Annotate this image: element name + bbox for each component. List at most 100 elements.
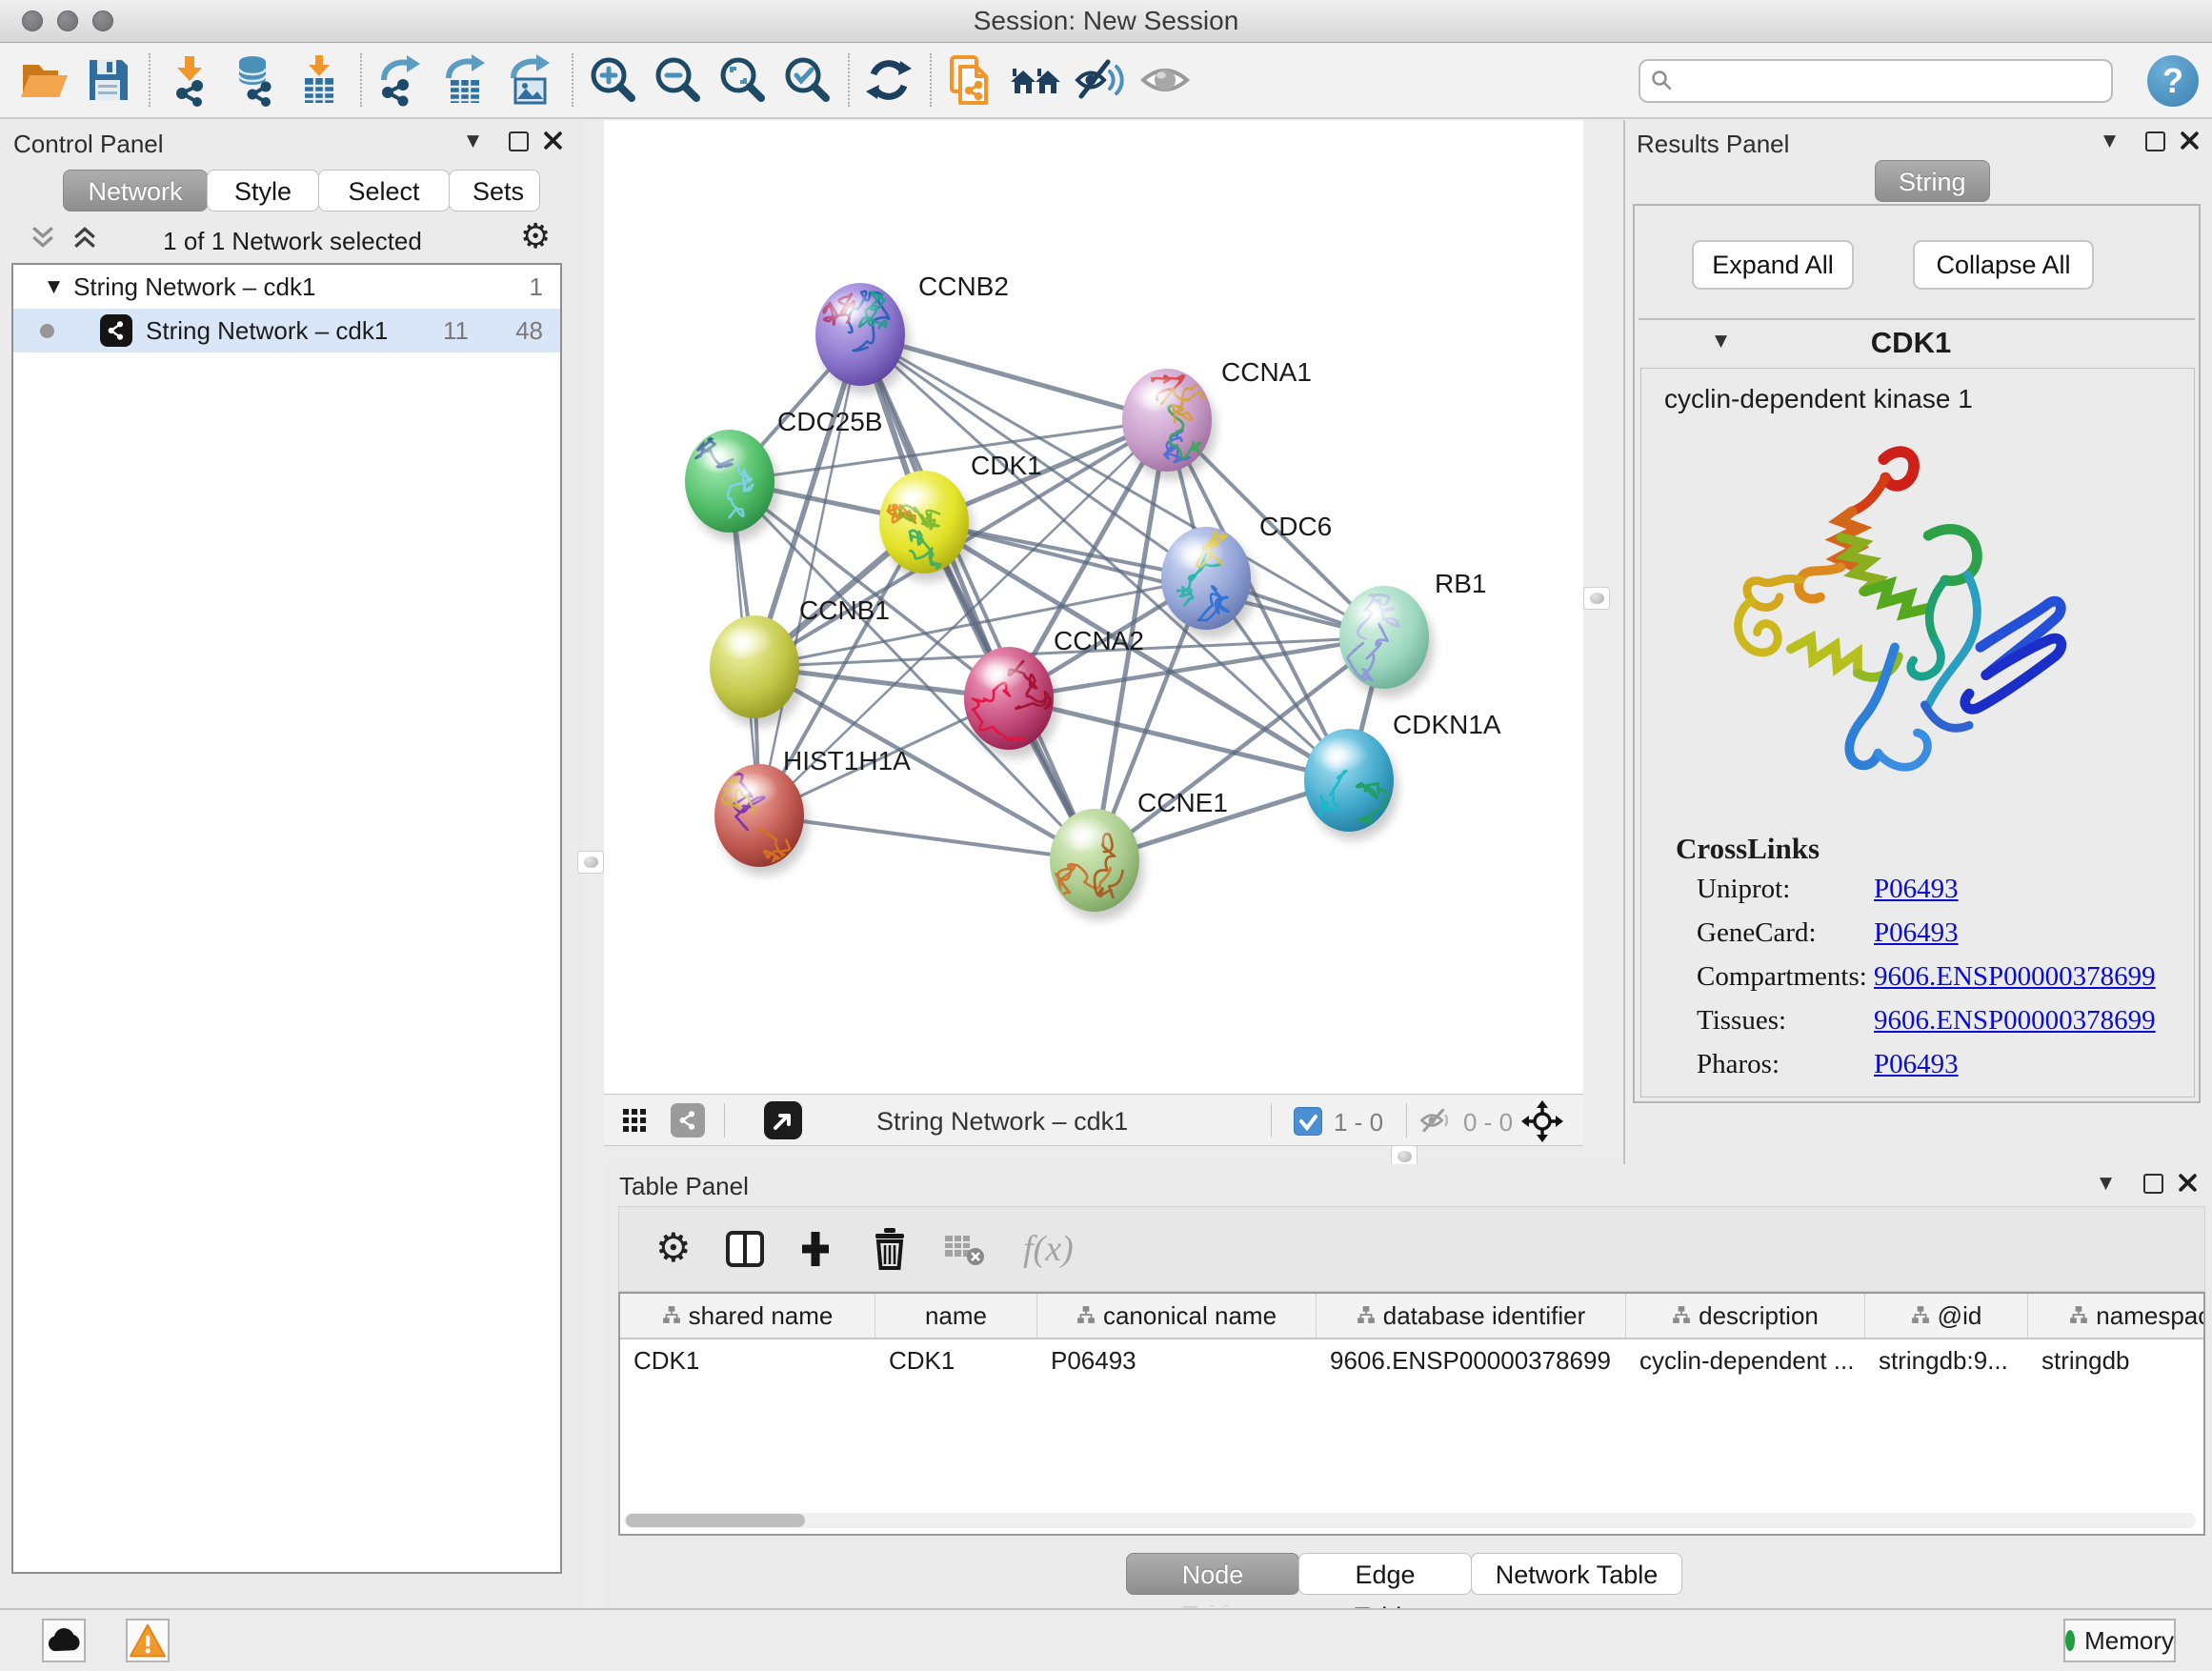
collapse-all-button[interactable]: Collapse All [1913,240,2094,290]
open-file-icon[interactable] [15,52,70,108]
tab-network[interactable]: Network [63,170,208,211]
right-splitter-handle[interactable] [1583,587,1610,610]
network-canvas[interactable]: CCNB2CCNA1CDC25BCDK1CDC6RB1CCNB1CCNA2CDK… [604,120,1583,1094]
help-button[interactable]: ? [2147,55,2199,107]
warnings-button[interactable] [126,1619,170,1662]
memory-button[interactable]: Memory [2063,1619,2176,1662]
network-options-gear-icon[interactable]: ⚙ [520,217,551,256]
tab-sets[interactable]: Sets [449,170,540,211]
table-settings-gear-icon[interactable]: ⚙ [655,1224,692,1271]
tab-edge-table[interactable]: Edge Table [1298,1553,1472,1595]
grid-view-icon[interactable] [623,1109,648,1134]
expand-all-button[interactable]: Expand All [1692,240,1854,290]
table-cell[interactable]: 9606.ENSP00000378699 [1317,1339,1626,1381]
column-header-database-identifier[interactable]: database identifier [1317,1294,1626,1338]
network-edge[interactable] [860,334,1095,860]
clone-network-icon[interactable] [943,52,998,108]
tab-network-table[interactable]: Network Table [1471,1553,1682,1595]
cloud-icon [45,1625,83,1656]
zoom-out-icon[interactable] [650,52,705,108]
network-collection-row[interactable]: ▼ String Network – cdk1 1 [13,265,560,309]
control-panel-close-icon[interactable] [543,131,563,151]
network-row[interactable]: String Network – cdk1 11 48 [13,309,560,352]
control-panel-menu-icon[interactable]: ▼ [467,131,479,151]
table-cell[interactable]: cyclin-dependent ... [1626,1339,1865,1381]
hide-selected-icon[interactable] [1073,52,1128,108]
export-image-icon[interactable] [503,52,558,108]
column-header-name[interactable]: name [875,1294,1037,1338]
tab-style[interactable]: Style [207,170,319,211]
column-header-shared-name[interactable]: shared name [620,1294,875,1338]
table-cell[interactable]: stringdb:9... [1865,1339,2028,1381]
column-header-namespace[interactable]: namespace [2028,1294,2205,1338]
search-input[interactable] [1675,66,2111,97]
show-columns-icon[interactable] [724,1228,766,1270]
tab-select[interactable]: Select [318,170,450,211]
import-table-icon[interactable] [292,52,347,108]
crosslink-label: Pharos: [1697,1049,1780,1080]
hidden-indicator-eye-icon[interactable] [1419,1106,1454,1135]
update-icon[interactable] [861,52,916,108]
column-header-canonical-name[interactable]: canonical name [1037,1294,1317,1338]
detach-view-icon[interactable] [764,1101,802,1139]
results-panel-float-icon[interactable] [2145,131,2165,151]
first-neighbors-icon[interactable] [1008,52,1063,108]
table-panel-menu-icon[interactable]: ▼ [2100,1174,2112,1193]
table-row[interactable]: CDK1CDK1P064939606.ENSP00000378699cyclin… [620,1339,2205,1381]
function-builder-icon[interactable]: f(x) [1023,1228,1074,1270]
crosslink-link[interactable]: P06493 [1874,917,1959,949]
crosslink-link[interactable]: P06493 [1874,874,1959,905]
create-column-icon[interactable] [794,1228,836,1270]
collection-expand-icon[interactable]: ▼ [48,277,60,296]
network-selection-status: 1 of 1 Network selected [0,227,585,256]
zoom-in-icon[interactable] [585,52,640,108]
import-network-icon[interactable] [162,52,217,108]
tab-string[interactable]: String [1875,160,1990,202]
table-panel-float-icon[interactable] [2143,1174,2163,1194]
tab-node-table[interactable]: Node Table [1126,1553,1299,1595]
network-edge[interactable] [759,815,1095,860]
task-history-button[interactable] [42,1619,86,1662]
delete-table-icon[interactable] [943,1232,987,1268]
import-network-from-database-icon[interactable] [227,52,282,108]
left-splitter-handle[interactable] [577,851,604,874]
toolbar-separator [1271,1103,1272,1137]
network-status-dot [40,324,54,338]
column-header--id[interactable]: @id [1865,1294,2028,1338]
table-cell[interactable]: P06493 [1037,1339,1317,1381]
results-panel-close-icon[interactable] [2180,131,2200,151]
network-view-icon[interactable] [671,1103,705,1137]
protein-structure-image [1697,426,2097,816]
scrollbar-thumb[interactable] [626,1514,805,1527]
status-bar: Memory [0,1608,2212,1671]
pan-crosshair-icon[interactable] [1520,1099,1564,1143]
export-table-icon[interactable] [438,52,493,108]
results-panel-menu-icon[interactable]: ▼ [2103,131,2116,151]
zoom-selected-icon[interactable] [779,52,835,108]
node-gloss [886,478,943,514]
crosslink-link[interactable]: P06493 [1874,1049,1959,1080]
zoom-fit-icon[interactable] [714,52,770,108]
selected-indicator-checkbox[interactable] [1294,1107,1322,1136]
toolbar-separator [848,53,850,107]
search-field[interactable] [1639,59,2113,103]
table-cell[interactable]: stringdb [2028,1339,2205,1381]
crosslinks-heading: CrossLinks [1676,832,1820,866]
control-panel-float-icon[interactable] [509,131,529,151]
crosslink-link[interactable]: 9606.ENSP00000378699 [1874,961,2156,993]
table-panel-close-icon[interactable] [2178,1173,2198,1193]
gene-expand-icon[interactable]: ▼ [1715,332,1727,351]
table-cell[interactable]: CDK1 [620,1339,875,1381]
node-gloss [971,654,1028,691]
node-gloss [721,772,778,808]
column-header-label: database identifier [1383,1301,1585,1331]
column-header-description[interactable]: description [1626,1294,1865,1338]
horizontal-scrollbar[interactable] [624,1513,2196,1528]
node-table[interactable]: shared namenamecanonical name database id… [618,1292,2205,1536]
show-all-icon[interactable] [1137,52,1193,108]
table-cell[interactable]: CDK1 [875,1339,1037,1381]
save-session-icon[interactable] [80,52,135,108]
crosslink-link[interactable]: 9606.ENSP00000378699 [1874,1005,2156,1037]
export-network-icon[interactable] [373,52,429,108]
delete-column-icon[interactable] [869,1226,911,1270]
